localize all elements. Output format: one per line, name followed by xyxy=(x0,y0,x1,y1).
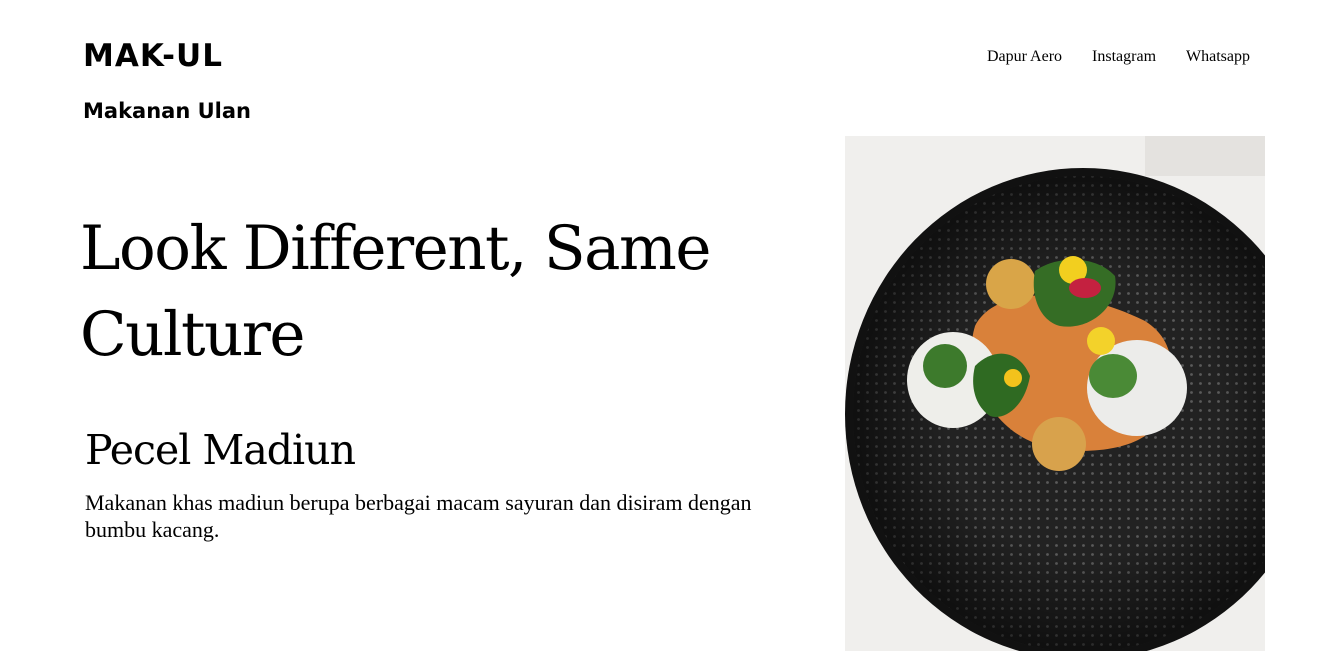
hero-title: Look Different, Same Culture xyxy=(80,213,711,370)
nav-link-instagram[interactable]: Instagram xyxy=(1092,46,1156,68)
nav-link-dapur-aero[interactable]: Dapur Aero xyxy=(987,46,1062,68)
brand-tagline: Makanan Ulan xyxy=(83,99,251,123)
nav-link-whatsapp[interactable]: Whatsapp xyxy=(1186,46,1250,68)
food-plate-image xyxy=(845,136,1265,651)
brand-logo[interactable]: MAK-UL xyxy=(83,38,223,74)
dish-name: Pecel Madiun xyxy=(85,426,356,474)
dish-description: Makanan khas madiun berupa berbagai maca… xyxy=(85,490,752,542)
main-nav: Dapur Aero Instagram Whatsapp xyxy=(987,46,1250,68)
